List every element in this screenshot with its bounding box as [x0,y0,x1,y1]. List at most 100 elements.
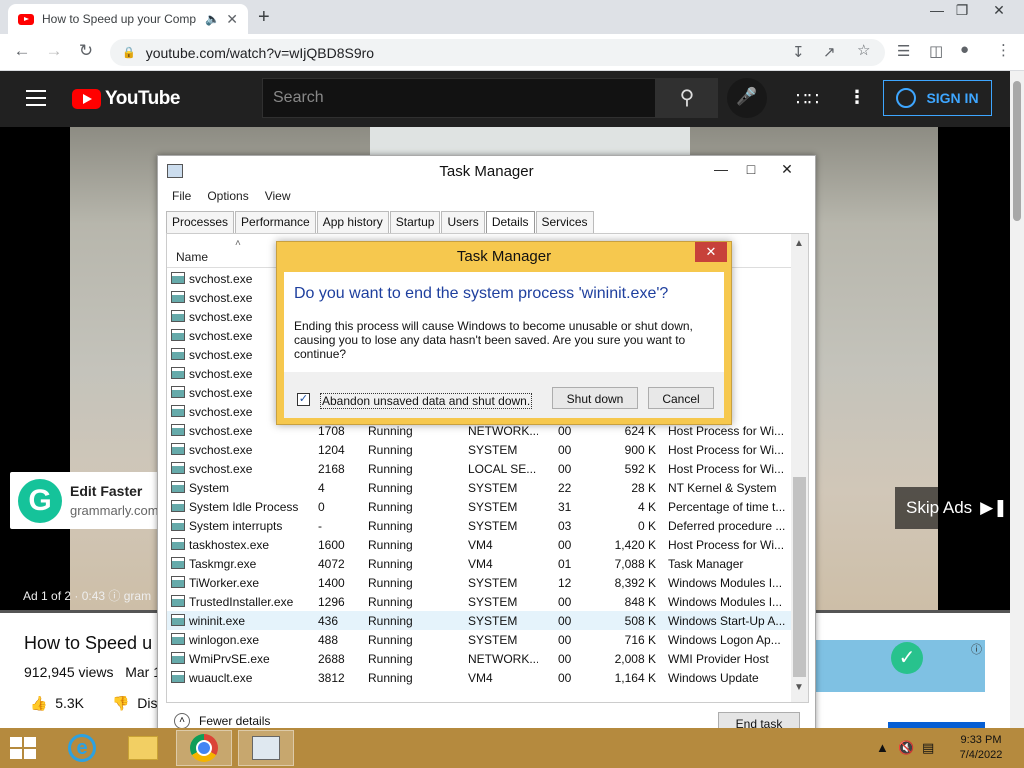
minimize-icon[interactable]: — [706,161,736,177]
youtube-logo[interactable]: YouTube [72,88,180,110]
table-row[interactable]: winlogon.exe 488 Running SYSTEM 00 716 K Windo… [167,630,792,649]
star-icon[interactable]: ☆ [857,41,870,59]
dislike-button[interactable]: 👎 Dis [112,695,157,712]
page-scrollbar[interactable] [1010,71,1024,728]
cell-desc: WMI Provider Host [668,652,769,666]
abandon-checkbox[interactable]: ✓ [297,393,310,406]
cell-name: svchost.exe [189,348,253,362]
close-icon[interactable]: ✕ [226,11,238,28]
table-row[interactable]: taskhostex.exe 1600 Running VM4 00 1,420 K Hos… [167,535,792,554]
cancel-button[interactable]: Cancel [648,387,714,409]
column-name[interactable]: Name [176,250,208,264]
cell-name: svchost.exe [189,405,253,419]
search-icon[interactable]: ⚲ [656,78,718,118]
window-close-icon[interactable]: ✕ [985,2,1013,19]
menu-options[interactable]: Options [207,189,248,203]
table-row[interactable]: System interrupts - Running SYSTEM 03 0 K Defe… [167,516,792,535]
windows-logo-icon[interactable] [10,737,38,761]
cell-cpu: 12 [558,576,572,590]
table-row[interactable]: svchost.exe 1204 Running SYSTEM 00 900 K Host … [167,440,792,459]
cell-mem: 592 K [624,462,656,476]
like-button[interactable]: 👍 5.3K [30,695,84,712]
taskbar-task-manager[interactable] [238,730,294,766]
sign-in-button[interactable]: SIGN IN [883,80,992,116]
menu-view[interactable]: View [265,189,291,203]
cell-name: svchost.exe [189,310,253,324]
cell-name: TiWorker.exe [189,576,260,590]
tab-startup[interactable]: Startup [389,211,441,233]
tab-performance[interactable]: Performance [235,211,316,233]
info-icon[interactable]: ⓘ [971,641,982,657]
table-row[interactable]: wuauclt.exe 3812 Running VM4 00 1,164 K Window… [167,668,792,687]
shut-down-button[interactable]: Shut down [552,387,638,409]
close-icon[interactable]: ✕ [772,161,802,178]
table-row[interactable]: TrustedInstaller.exe 1296 Running SYSTEM 00 8… [167,592,792,611]
hamburger-menu-icon[interactable] [26,90,46,106]
mic-icon[interactable]: 🎤 [727,78,767,118]
tab-services[interactable]: Services [535,211,594,233]
cell-name: TrustedInstaller.exe [189,595,294,609]
forward-icon[interactable]: → [42,41,66,61]
ad-title: Edit Faster [70,483,143,499]
profile-icon[interactable]: ● [960,41,969,58]
task-manager-titlebar[interactable]: Task Manager — □ ✕ [158,156,815,186]
network-icon[interactable]: ▤ [922,740,934,756]
back-icon[interactable]: ← [10,41,34,61]
taskbar-ie[interactable]: e [54,730,110,766]
volume-muted-icon[interactable]: 🔇 [898,740,914,756]
fewer-details-button[interactable]: ˄ Fewer details [174,713,270,729]
scroll-up-icon[interactable]: ▲ [794,238,804,249]
cell-pid: 2688 [318,652,345,666]
menu-file[interactable]: File [172,189,191,203]
cell-status: Running [368,443,413,457]
grammarly-ad[interactable]: G Edit Faster grammarly.com [10,472,160,529]
cell-name: svchost.exe [189,291,253,305]
info-icon[interactable]: ⓘ [108,589,123,603]
apps-icon[interactable]: ∷∷ [796,89,819,110]
table-row[interactable]: svchost.exe 2168 Running LOCAL SE... 00 592 K… [167,459,792,478]
skip-ads-button[interactable]: Skip Ads ▶❚ [895,487,1010,529]
checkbox-label[interactable]: Abandon unsaved data and shut down. [320,393,533,409]
cell-status: Running [368,595,413,609]
taskbar-clock[interactable]: 9:33 PM 7/4/2022 [951,733,1011,763]
sidebar-icon[interactable]: ◫ [929,42,943,60]
process-scrollbar[interactable]: ▲ ▼ [791,234,808,702]
share-icon[interactable]: ↗ [823,43,836,61]
table-row[interactable]: WmiPrvSE.exe 2688 Running NETWORK... 00 2,008… [167,649,792,668]
new-tab-icon[interactable]: + [258,6,270,29]
install-icon[interactable]: ↧ [792,43,805,61]
close-icon[interactable]: ✕ [695,242,727,262]
tab-users[interactable]: Users [441,211,485,233]
lock-icon[interactable]: 🔒 [122,46,136,59]
table-row[interactable]: wininit.exe 436 Running SYSTEM 00 508 K Window… [167,611,792,630]
reload-icon[interactable]: ↻ [74,41,98,61]
process-icon [171,500,185,512]
browser-tab[interactable]: How to Speed up your Comp 🔈 ✕ [8,4,248,34]
table-row[interactable]: System 4 Running SYSTEM 22 28 K NT Kernel & Sy… [167,478,792,497]
tab-processes[interactable]: Processes [166,211,235,233]
tab-details[interactable]: Details [485,211,535,234]
search-input[interactable]: Search [262,78,656,118]
table-row[interactable]: TiWorker.exe 1400 Running SYSTEM 12 8,392 K Wi… [167,573,792,592]
taskbar-explorer[interactable] [115,730,171,766]
maximize-icon[interactable]: □ [736,161,766,177]
taskbar-chrome[interactable] [176,730,232,766]
menu-icon[interactable]: ⋮ [996,41,1011,59]
scrollbar-thumb[interactable] [793,477,806,677]
cell-user: VM4 [468,538,493,552]
tab-app-history[interactable]: App history [316,211,389,233]
table-row[interactable]: Taskmgr.exe 4072 Running VM4 01 7,088 K Task M… [167,554,792,573]
address-bar[interactable]: 🔒 youtube.com/watch?v=wIjQBD8S9ro [110,39,885,66]
scroll-down-icon[interactable]: ▼ [794,682,804,693]
companion-ad-banner[interactable]: ✓ ⓘ [815,640,985,692]
restore-icon[interactable]: ❐ [948,2,976,19]
more-icon[interactable]: ⋮ [848,87,866,108]
skip-icon: ▶❚ [980,498,1008,517]
show-hidden-icons[interactable]: ▲ [876,740,889,755]
reading-list-icon[interactable]: ☰ [897,42,910,60]
cell-pid: 4 [318,481,325,495]
audio-icon[interactable]: 🔈 [205,12,220,26]
scrollbar-thumb[interactable] [1013,81,1021,221]
table-row[interactable]: System Idle Process 0 Running SYSTEM 31 4 K Pe… [167,497,792,516]
minimize-icon[interactable]: — [923,2,951,18]
